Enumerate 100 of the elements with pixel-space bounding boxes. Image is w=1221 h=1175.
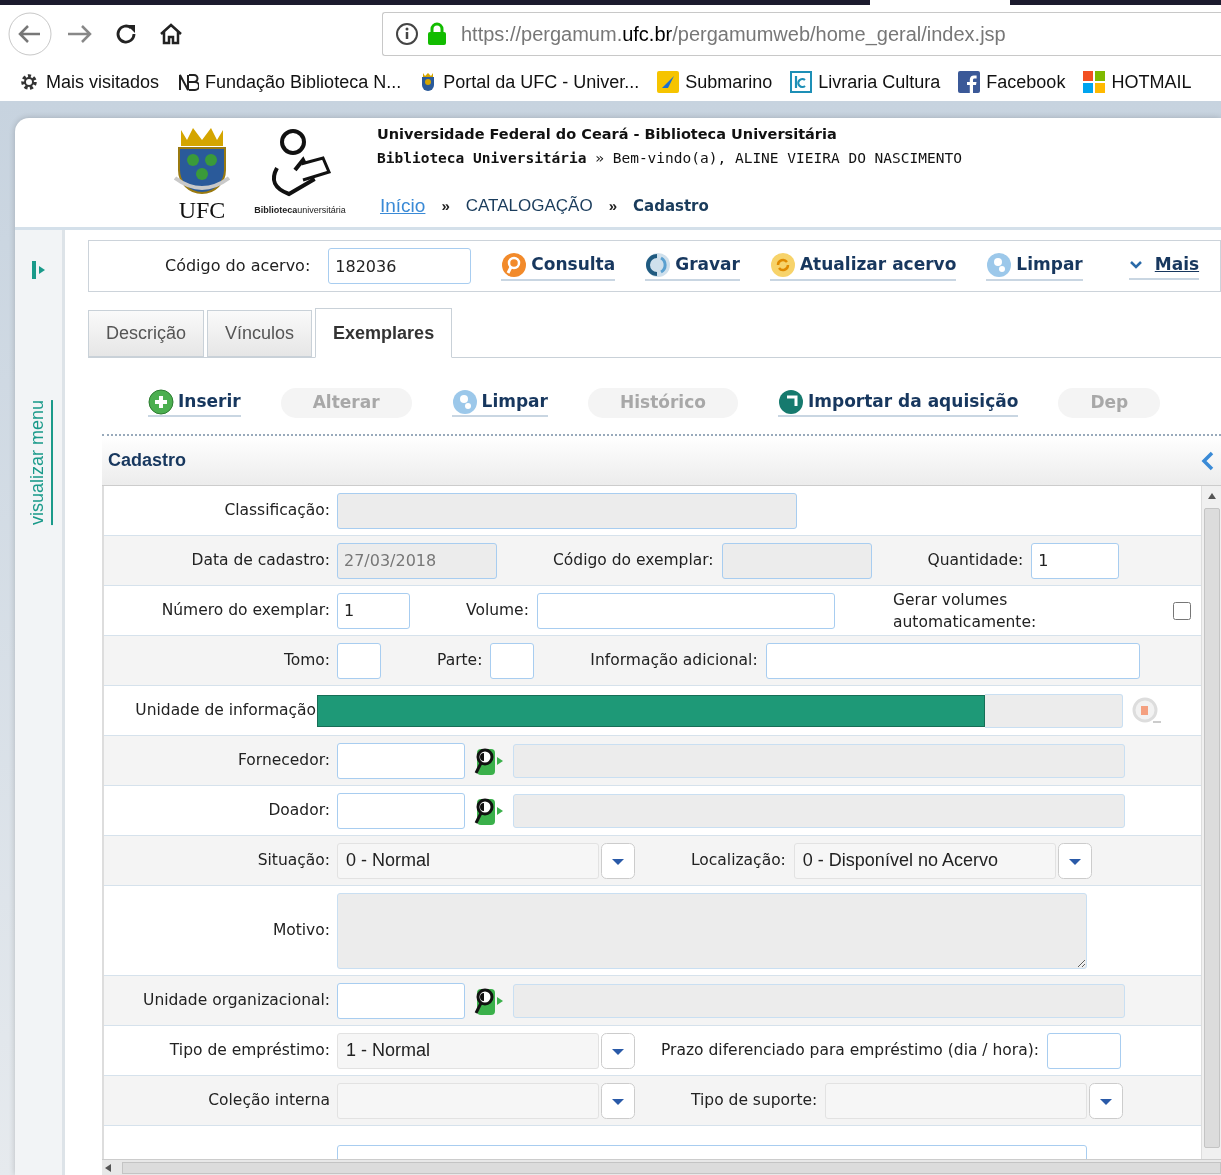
gear-icon (18, 71, 40, 93)
back-icon[interactable] (8, 12, 52, 56)
lock-icon (427, 22, 447, 46)
url-text: https://pergamum.ufc.br/pergamumweb/home_geral/index.jsp (461, 22, 1006, 48)
field-label: Coleção interna (208, 1089, 330, 1111)
field-label: Código do exemplar: (553, 549, 714, 571)
input-field[interactable]: 1 (337, 592, 410, 629)
dropdown-button[interactable] (1057, 842, 1092, 879)
field-label: Tipo de empréstimo: (169, 1039, 330, 1061)
field-label: Fornecedor: (238, 749, 330, 771)
field-label: Prazo diferenciado para empréstimo (dia / hora): (661, 1039, 1039, 1061)
input-field[interactable] (337, 742, 465, 779)
breadcrumb-link[interactable]: Início (380, 191, 426, 220)
bookmark-item[interactable]: HOTMAIL (1083, 68, 1192, 96)
action-button[interactable]: Importar da aquisição (777, 389, 1019, 417)
horizontal-scrollbar[interactable] (102, 1159, 1221, 1175)
select-field[interactable]: 1 - Normal (337, 1032, 599, 1069)
field-label: Tipo de suporte: (691, 1089, 818, 1111)
breadcrumb-separator: » (608, 195, 617, 216)
search-icon[interactable] (1131, 695, 1163, 726)
home-icon[interactable] (158, 22, 184, 46)
bookmark-icon (790, 71, 813, 93)
spinner-icon (645, 251, 672, 278)
field-label: Unidade organizacional: (143, 989, 330, 1011)
scroll-left-icon[interactable] (104, 1162, 112, 1173)
action-button[interactable]: Inserir (148, 389, 241, 417)
field-label: Gerar volumes automaticamente: (893, 589, 1038, 633)
bookmark-item[interactable]: Portal da UFC - Univer... (419, 68, 640, 96)
field-label: Motivo: (272, 919, 330, 941)
field-label: Volume: (466, 599, 529, 621)
breadcrumb-item: CATALOGAÇÃO (465, 195, 593, 217)
breadcrumb-separator: » (441, 195, 450, 216)
bookmark-item[interactable]: Livraria Cultura (790, 68, 941, 96)
bubbles-icon (986, 251, 1013, 278)
field-label: Tomo: (283, 649, 330, 671)
field-label: Parte: (437, 649, 483, 671)
field-label: Doador: (268, 799, 330, 821)
field-label: Localização: (691, 849, 786, 871)
field-label: Quantidade: (927, 549, 1024, 571)
arrow-corner-icon (777, 389, 804, 415)
field-label: Classificação: (224, 499, 330, 521)
field-label: Código do acervo: (165, 255, 311, 277)
input-field[interactable] (490, 642, 535, 679)
windows-icon (1083, 71, 1106, 93)
field-label: Data de cadastro: (191, 549, 330, 571)
bookmark-icon (657, 71, 680, 93)
input-field[interactable]: 1 (1031, 542, 1120, 579)
checkbox[interactable] (1173, 601, 1191, 620)
vertical-scrollbar[interactable] (1201, 486, 1221, 1159)
toolbar-button[interactable]: Limpar (986, 251, 1083, 281)
dropdown-button[interactable] (601, 1032, 635, 1069)
input-field[interactable] (337, 792, 465, 829)
input-field[interactable] (337, 982, 465, 1019)
breadcrumb-current: Cadastro (633, 195, 709, 217)
facebook-icon (958, 71, 981, 93)
logo-text: UFC (178, 198, 226, 222)
expand-menu-icon[interactable] (30, 260, 47, 280)
toolbar-button[interactable]: Atualizar acervo (769, 251, 957, 281)
refresh-icon (769, 251, 796, 278)
monogram-icon (177, 71, 200, 93)
dropdown-button[interactable] (601, 1082, 635, 1119)
reload-icon[interactable] (114, 22, 138, 46)
input-field[interactable]: 182036 (328, 248, 472, 284)
input-field[interactable] (1046, 1032, 1121, 1069)
tab[interactable]: Exemplares (315, 308, 453, 358)
bookmark-item[interactable]: Facebook (958, 68, 1066, 96)
field-label: Informação adicional: (590, 649, 758, 671)
collapse-icon[interactable] (1201, 450, 1215, 471)
logo-text: Bibliotecauniversitária (254, 204, 346, 217)
chevron-down-icon (1128, 259, 1143, 270)
panel-title: Cadastro (108, 449, 187, 472)
bookmark-item[interactable]: Mais visitados (18, 68, 160, 96)
dropdown-button[interactable] (1089, 1082, 1124, 1119)
welcome-text: Biblioteca Universitária » Bem-vindo(a), ALINE VIEIRA DO NASCIMENTO (377, 148, 962, 168)
toolbar-button[interactable]: Consulta (501, 251, 616, 281)
field-label: Número do exemplar: (161, 599, 330, 621)
input-field[interactable] (536, 592, 835, 629)
tab[interactable]: Vínculos (207, 310, 313, 357)
field-label: Situação: (257, 849, 330, 871)
info-icon[interactable] (395, 22, 419, 46)
action-button[interactable]: Limpar (451, 389, 548, 417)
bookmark-item[interactable]: Fundação Biblioteca N... (177, 68, 402, 96)
address-bar[interactable]: https://pergamum.ufc.br/pergamumweb/home_geral/index.jsp (382, 12, 1221, 56)
input-field[interactable] (765, 642, 1140, 679)
select-field[interactable]: 0 - Normal (337, 842, 599, 879)
search-icon (501, 251, 528, 278)
plus-icon (148, 389, 174, 415)
bubbles-icon (451, 389, 478, 415)
bookmark-item[interactable]: Submarino (657, 68, 773, 96)
toolbar-button[interactable]: Gravar (645, 251, 740, 281)
select-field[interactable] (825, 1082, 1088, 1119)
tab[interactable]: Descrição (88, 310, 205, 357)
select-field[interactable]: 0 - Disponível no Acervo (793, 842, 1056, 879)
institution-title: Universidade Federal do Ceará - Biblioteca Universitária (377, 125, 838, 144)
field-label: Unidade de informação (135, 699, 316, 721)
scroll-up-icon[interactable] (1206, 492, 1217, 500)
input-field[interactable] (337, 642, 381, 679)
toolbar-button[interactable]: Mais (1128, 251, 1200, 281)
crest-icon (173, 126, 231, 196)
dropdown-button[interactable] (601, 842, 635, 879)
